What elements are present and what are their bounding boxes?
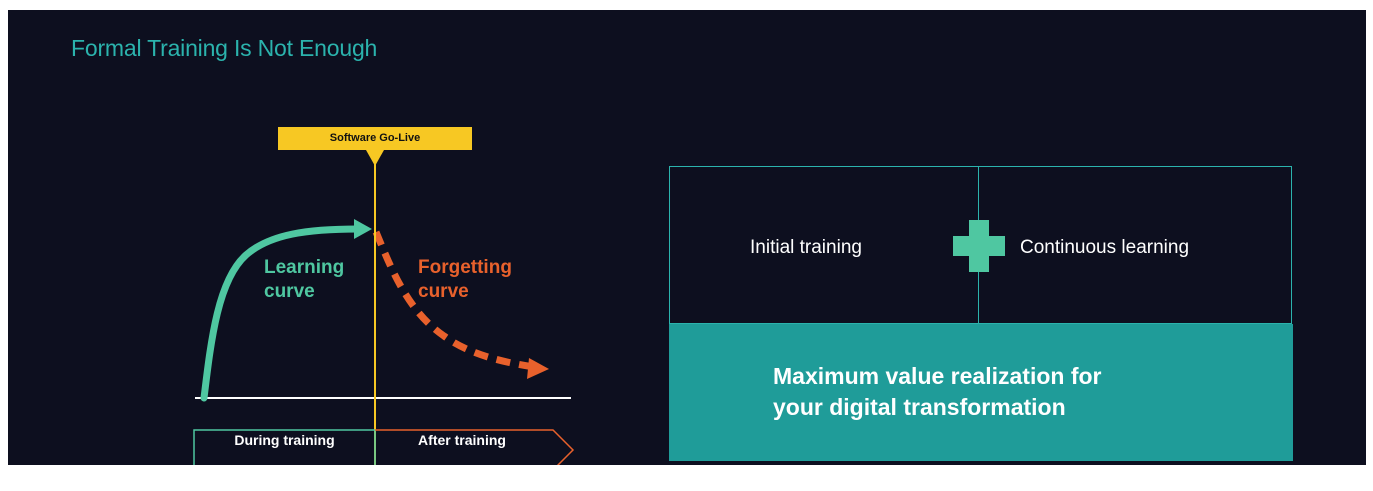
forgetting-curve-arrowhead — [527, 358, 549, 379]
forgetting-curve-label: Forgetting curve — [418, 256, 512, 304]
learning-curve-label-line1: Learning — [264, 257, 345, 278]
slide: Formal Training Is Not Enough Software G… — [8, 10, 1366, 465]
continuous-learning-label: Continuous learning — [1020, 237, 1190, 258]
learning-curve-arrowhead — [354, 219, 372, 239]
learning-curve-label-line2: curve — [264, 281, 315, 302]
result-text-line2: your digital transformation — [773, 394, 1066, 420]
initial-training-label: Initial training — [750, 237, 862, 258]
forgetting-curve-label-line2: curve — [418, 281, 469, 302]
learning-curve-label: Learning curve — [264, 256, 344, 304]
learning-curve — [200, 225, 362, 402]
plus-icon-vertical — [969, 220, 989, 272]
golive-pointer — [366, 150, 384, 166]
phase-during-label: During training — [234, 432, 335, 448]
result-text-line1: Maximum value realization for — [773, 363, 1102, 389]
result-text: Maximum value realization for your digit… — [773, 361, 1101, 423]
forgetting-curve-label-line1: Forgetting — [418, 257, 512, 278]
phase-after-label: After training — [418, 432, 506, 448]
golive-label: Software Go-Live — [278, 127, 472, 150]
